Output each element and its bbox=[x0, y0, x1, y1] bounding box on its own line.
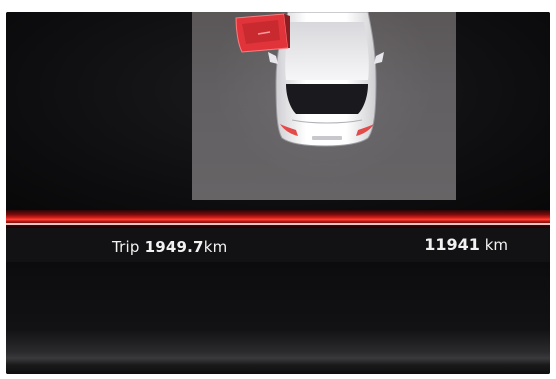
vehicle-panel bbox=[192, 12, 456, 200]
vehicle-status-area bbox=[6, 12, 550, 210]
instrument-cluster: Trip 1949.7km 11941 km bbox=[6, 12, 550, 374]
accent-strip bbox=[6, 210, 550, 228]
odometer-readout: 11941 km bbox=[424, 235, 508, 254]
trip-label: Trip bbox=[112, 238, 140, 256]
trip-readout: Trip 1949.7km bbox=[112, 238, 227, 256]
trip-value: 1949.7 bbox=[144, 238, 204, 256]
lower-display-area bbox=[6, 262, 550, 374]
odometer-bar: Trip 1949.7km 11941 km bbox=[6, 228, 550, 262]
divider-line bbox=[6, 223, 550, 225]
trip-unit: km bbox=[203, 238, 228, 256]
car-top-view-icon bbox=[235, 12, 384, 147]
odometer-unit: km bbox=[484, 236, 508, 254]
odometer-value: 11941 bbox=[424, 235, 480, 254]
